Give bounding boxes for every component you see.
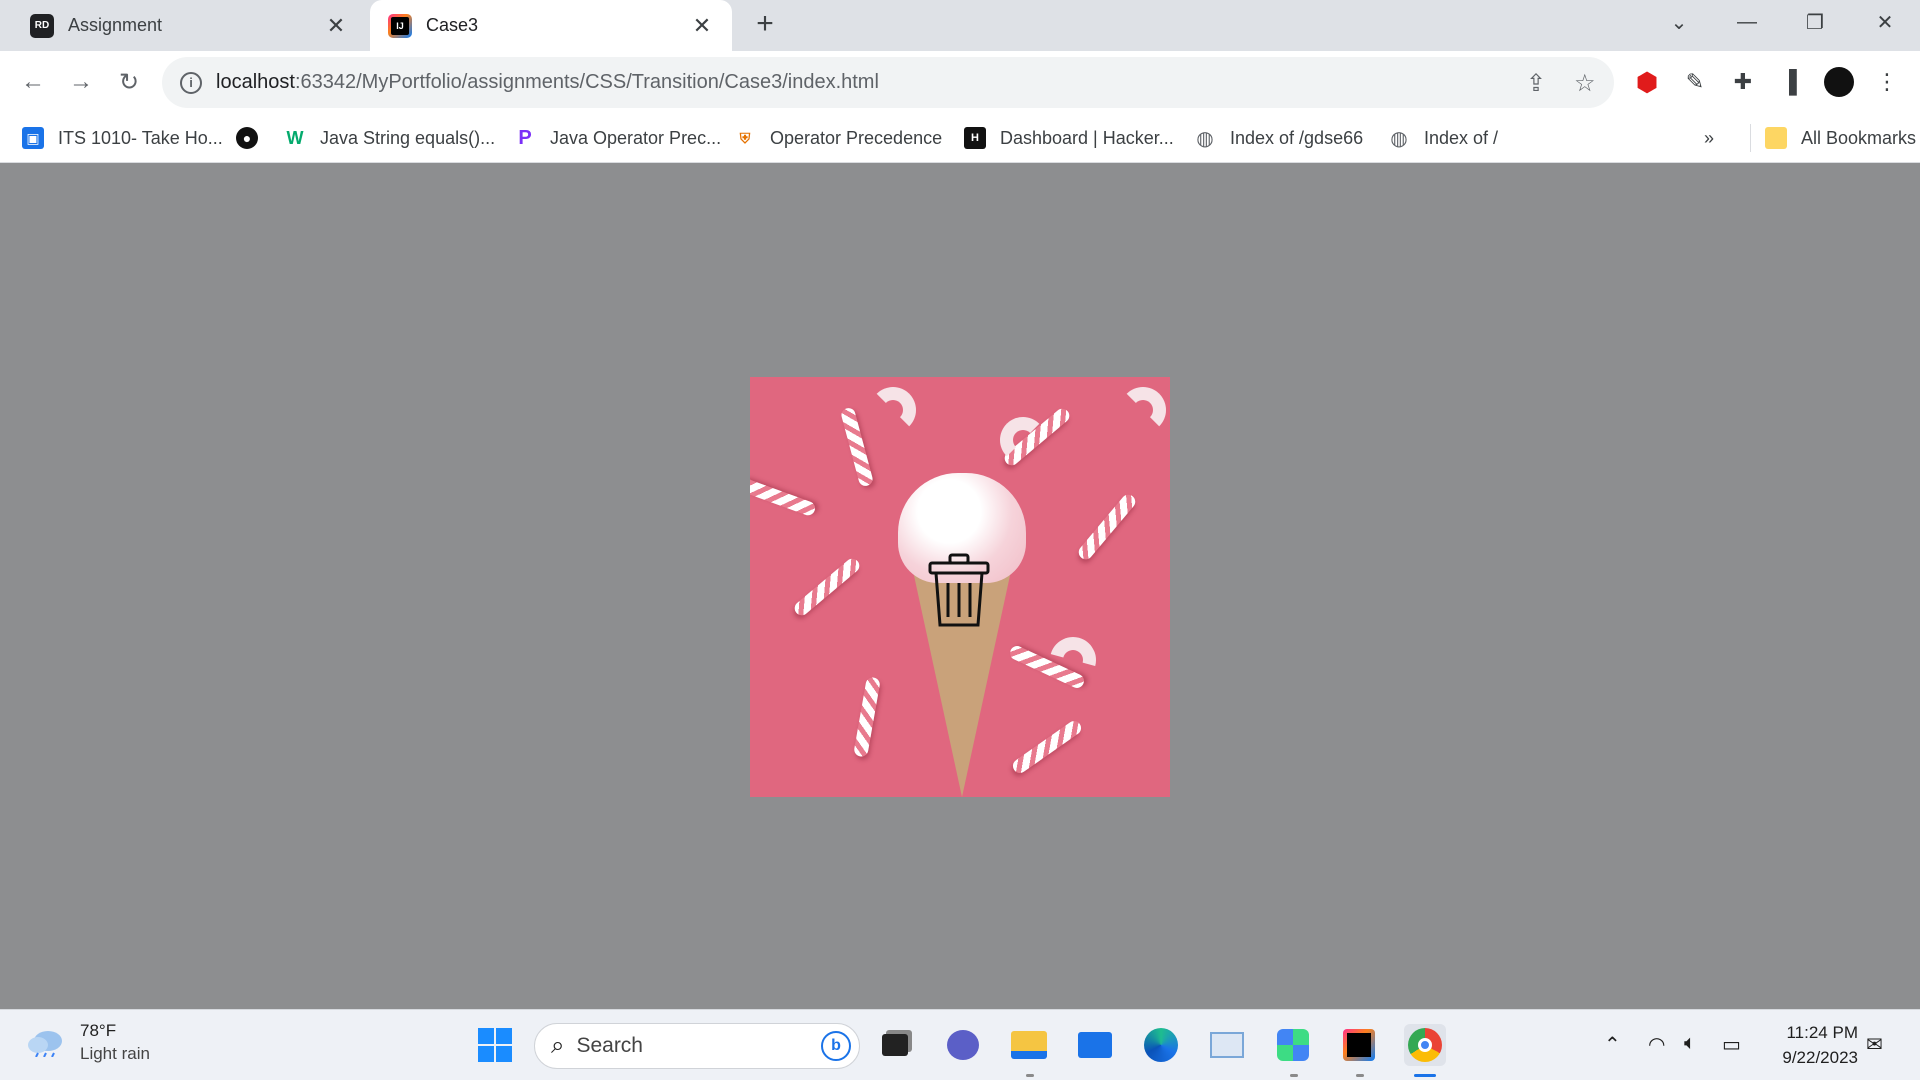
bookmark-item[interactable]: ◍ Index of / xyxy=(1388,124,1498,152)
close-icon[interactable]: ✕ xyxy=(324,13,348,39)
candy-cane-decoration xyxy=(1041,628,1105,692)
active-indicator xyxy=(1414,1074,1436,1077)
new-tab-button[interactable]: + xyxy=(748,8,782,42)
classroom-icon: ▣ xyxy=(22,127,44,149)
tab-case3[interactable]: IJ Case3 ✕ xyxy=(370,0,732,51)
bookmark-item[interactable]: ● xyxy=(236,124,272,152)
chrome-icon[interactable] xyxy=(1404,1024,1446,1066)
tab-title: Case3 xyxy=(426,15,479,35)
task-view-icon[interactable] xyxy=(874,1024,916,1066)
rain-cloud-icon xyxy=(28,1031,62,1057)
trash-icon[interactable] xyxy=(926,553,992,629)
volume-muted-icon[interactable]: 🔈︎ xyxy=(1684,1032,1696,1055)
candy-cane-decoration xyxy=(1000,417,1046,463)
show-hidden-icons-chevron-icon[interactable]: ⌃ xyxy=(1604,1032,1621,1057)
hackerrank-icon: H xyxy=(964,127,986,149)
performance-monitor-icon[interactable] xyxy=(1206,1024,1248,1066)
princeton-shield-icon: ⛨ xyxy=(739,129,751,146)
bookmarks-overflow-button[interactable]: » xyxy=(1704,124,1714,152)
bookmark-item[interactable]: P Java Operator Prec... xyxy=(514,124,721,152)
bookmark-item[interactable]: H Dashboard | Hacker... xyxy=(964,124,1174,152)
adblock-extension-icon[interactable]: ⬢ xyxy=(1630,65,1664,99)
intellij-idea-icon[interactable] xyxy=(1338,1024,1380,1066)
folder-icon xyxy=(1765,127,1787,149)
site-info-icon[interactable]: i xyxy=(180,71,202,94)
candy-cane-decoration xyxy=(791,555,863,619)
weather-widget[interactable]: 78°F Light rain xyxy=(26,1020,150,1066)
candy-cane-decoration xyxy=(839,406,875,488)
reload-button[interactable]: ↻ xyxy=(112,65,146,99)
side-panel-icon[interactable]: ▐ xyxy=(1772,65,1806,99)
globe-icon: ◍ xyxy=(1196,127,1214,150)
candy-cane-decoration xyxy=(1010,718,1084,776)
rd-favicon-icon: RD xyxy=(30,13,54,38)
tab-strip: RD Assignment ✕ IJ Case3 ✕ + ⌄ — ❐ ✕ xyxy=(0,0,1920,51)
bookmark-star-icon[interactable]: ☆ xyxy=(1574,69,1596,98)
tab-search-icon[interactable]: ⌄ xyxy=(1652,0,1706,44)
bookmarks-bar: ▣ ITS 1010- Take Ho... ● W Java String e… xyxy=(0,114,1920,163)
back-button[interactable]: ← xyxy=(16,65,50,99)
browser-toolbar: ← → ↻ i localhost:63342/MyPortfolio/assi… xyxy=(0,51,1920,114)
search-icon: ⌕ xyxy=(551,1032,565,1059)
bookmark-item[interactable]: ▣ ITS 1010- Take Ho... xyxy=(22,124,223,152)
edge-browser-icon[interactable] xyxy=(1140,1024,1182,1066)
url-text[interactable]: localhost:63342/MyPortfolio/assignments/… xyxy=(216,71,879,94)
tab-title: Assignment xyxy=(68,15,163,35)
window-close-button[interactable]: ✕ xyxy=(1858,0,1912,44)
close-icon[interactable]: ✕ xyxy=(690,13,714,39)
share-icon[interactable]: ⇪ xyxy=(1526,69,1546,98)
candy-cane-decoration xyxy=(1120,387,1166,433)
ice-cream-image xyxy=(750,377,1170,797)
bookmark-item[interactable]: ◍ Index of /gdse66 xyxy=(1194,124,1363,152)
running-indicator xyxy=(1026,1074,1034,1077)
taskbar-search[interactable]: ⌕ Search b xyxy=(534,1023,860,1069)
windows-start-icon[interactable] xyxy=(474,1024,516,1066)
weather-temperature: 78°F xyxy=(80,1021,117,1040)
candy-cane-decoration xyxy=(870,387,916,433)
menu-icon[interactable]: ⋮ xyxy=(1870,65,1904,99)
system-clock[interactable]: 11:24 PM 9/22/2023 xyxy=(1782,1020,1858,1070)
w3schools-icon: W xyxy=(286,127,304,148)
eyedropper-extension-icon[interactable]: ✎ xyxy=(1678,65,1712,99)
restore-button[interactable]: ❐ xyxy=(1788,0,1842,44)
battery-icon[interactable]: ▭ xyxy=(1722,1032,1741,1057)
forward-button[interactable]: → xyxy=(64,65,98,99)
globe-icon: ◍ xyxy=(1390,127,1408,150)
address-bar[interactable]: i localhost:63342/MyPortfolio/assignment… xyxy=(162,57,1614,108)
tab-assignment[interactable]: RD Assignment ✕ xyxy=(14,0,364,51)
intellij-favicon-icon: IJ xyxy=(388,13,412,38)
github-icon: ● xyxy=(236,127,258,149)
windows-taskbar: 78°F Light rain ⌕ Search b ⌃ ◠ 🔈︎ ▭ 11:2… xyxy=(0,1009,1920,1080)
mail-icon[interactable] xyxy=(1074,1024,1116,1066)
candy-cane-decoration xyxy=(1075,491,1139,563)
minimize-button[interactable]: — xyxy=(1720,0,1774,44)
android-studio-icon[interactable] xyxy=(1272,1024,1314,1066)
teams-chat-icon[interactable] xyxy=(942,1024,984,1066)
extensions-icon[interactable]: ✚ xyxy=(1726,65,1760,99)
all-bookmarks-button[interactable]: All Bookmarks xyxy=(1750,124,1916,152)
page-viewport xyxy=(0,163,1920,1009)
profile-avatar[interactable] xyxy=(1822,65,1856,99)
running-indicator xyxy=(1290,1074,1298,1077)
weather-condition: Light rain xyxy=(80,1044,150,1063)
programiz-icon: P xyxy=(518,126,532,149)
wifi-icon[interactable]: ◠ xyxy=(1648,1032,1665,1057)
bookmark-item[interactable]: ⛨ Operator Precedence xyxy=(734,124,942,152)
bing-icon[interactable]: b xyxy=(821,1031,851,1061)
file-explorer-icon[interactable] xyxy=(1008,1024,1050,1066)
bookmark-item[interactable]: W Java String equals()... xyxy=(284,124,496,152)
running-indicator xyxy=(1356,1074,1364,1077)
notification-icon[interactable]: ✉ xyxy=(1866,1032,1883,1057)
candy-cane-decoration xyxy=(750,476,817,518)
candy-cane-decoration xyxy=(853,676,881,758)
